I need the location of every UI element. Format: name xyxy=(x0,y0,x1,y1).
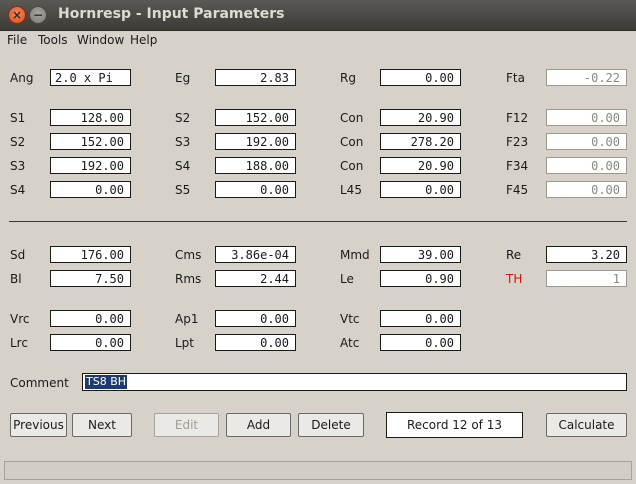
calculate-button[interactable]: Calculate xyxy=(546,413,627,437)
input-s5[interactable]: 0.00 xyxy=(215,181,296,198)
input-le[interactable]: 0.90 xyxy=(380,270,461,287)
label-con-2: Con xyxy=(340,135,364,149)
input-fta: -0.22 xyxy=(546,69,627,86)
input-lrc[interactable]: 0.00 xyxy=(50,334,131,351)
input-f45: 0.00 xyxy=(546,181,627,198)
close-window-button[interactable]: × xyxy=(8,6,26,24)
label-s2-col2: S2 xyxy=(175,111,191,125)
label-ap1: Ap1 xyxy=(175,312,199,326)
input-ap1[interactable]: 0.00 xyxy=(215,310,296,327)
input-rms[interactable]: 2.44 xyxy=(215,270,296,287)
input-f34: 0.00 xyxy=(546,157,627,174)
label-mmd: Mmd xyxy=(340,248,370,262)
input-con-1[interactable]: 20.90 xyxy=(380,109,461,126)
input-ang[interactable]: 2.0 x Pi xyxy=(50,69,131,86)
title-bar: × − Hornresp - Input Parameters xyxy=(0,0,636,31)
comment-input[interactable]: TS8 BH xyxy=(82,373,627,391)
label-fta: Fta xyxy=(506,71,525,85)
input-s4[interactable]: 0.00 xyxy=(50,181,131,198)
label-con-1: Con xyxy=(340,111,364,125)
input-rg[interactable]: 0.00 xyxy=(380,69,461,86)
label-con-3: Con xyxy=(340,159,364,173)
label-ang: Ang xyxy=(10,71,34,85)
label-atc: Atc xyxy=(340,336,360,350)
label-s2: S2 xyxy=(10,135,26,149)
close-icon: × xyxy=(11,8,23,22)
input-l45[interactable]: 0.00 xyxy=(380,181,461,198)
label-s4-col2: S4 xyxy=(175,159,191,173)
label-f23: F23 xyxy=(506,135,529,149)
input-f12: 0.00 xyxy=(546,109,627,126)
label-comment: Comment xyxy=(10,376,69,390)
label-th: TH xyxy=(506,272,523,286)
record-indicator: Record 12 of 13 xyxy=(386,412,523,438)
add-button[interactable]: Add xyxy=(226,413,291,437)
label-s1: S1 xyxy=(10,111,26,125)
comment-text-selected: TS8 BH xyxy=(85,375,128,389)
window-title: Hornresp - Input Parameters xyxy=(58,6,285,22)
previous-button[interactable]: Previous xyxy=(10,413,67,437)
input-sd[interactable]: 176.00 xyxy=(50,246,131,263)
input-f23: 0.00 xyxy=(546,133,627,150)
input-s2[interactable]: 152.00 xyxy=(50,133,131,150)
input-bl[interactable]: 7.50 xyxy=(50,270,131,287)
label-f45: F45 xyxy=(506,183,529,197)
minimize-icon: − xyxy=(32,8,44,22)
menu-window[interactable]: Window xyxy=(77,33,124,47)
input-s2-col2[interactable]: 152.00 xyxy=(215,109,296,126)
input-con-3[interactable]: 20.90 xyxy=(380,157,461,174)
menu-file[interactable]: File xyxy=(7,33,27,47)
label-eg: Eg xyxy=(175,71,191,85)
status-bar xyxy=(4,461,632,480)
input-con-2[interactable]: 278.20 xyxy=(380,133,461,150)
label-bl: Bl xyxy=(10,272,22,286)
input-vrc[interactable]: 0.00 xyxy=(50,310,131,327)
input-eg[interactable]: 2.83 xyxy=(215,69,296,86)
label-rms: Rms xyxy=(175,272,202,286)
label-le: Le xyxy=(340,272,354,286)
menu-help[interactable]: Help xyxy=(130,33,157,47)
label-re: Re xyxy=(506,248,522,262)
input-s3[interactable]: 192.00 xyxy=(50,157,131,174)
input-mmd[interactable]: 39.00 xyxy=(380,246,461,263)
input-lpt[interactable]: 0.00 xyxy=(215,334,296,351)
input-re[interactable]: 3.20 xyxy=(546,246,627,263)
section-divider xyxy=(9,221,627,222)
menu-tools[interactable]: Tools xyxy=(38,33,68,47)
label-f34: F34 xyxy=(506,159,529,173)
next-button[interactable]: Next xyxy=(72,413,132,437)
input-s3-col2[interactable]: 192.00 xyxy=(215,133,296,150)
minimize-window-button[interactable]: − xyxy=(29,6,47,24)
label-rg: Rg xyxy=(340,71,356,85)
input-th: 1 xyxy=(546,270,627,287)
label-lpt: Lpt xyxy=(175,336,195,350)
label-s4: S4 xyxy=(10,183,26,197)
input-cms[interactable]: 3.86e-04 xyxy=(215,246,296,263)
label-lrc: Lrc xyxy=(10,336,28,350)
label-f12: F12 xyxy=(506,111,529,125)
input-s1[interactable]: 128.00 xyxy=(50,109,131,126)
edit-button: Edit xyxy=(154,413,219,437)
label-s3-col2: S3 xyxy=(175,135,191,149)
input-atc[interactable]: 0.00 xyxy=(380,334,461,351)
label-s5: S5 xyxy=(175,183,191,197)
label-vrc: Vrc xyxy=(10,312,30,326)
label-s3: S3 xyxy=(10,159,26,173)
input-vtc[interactable]: 0.00 xyxy=(380,310,461,327)
label-l45: L45 xyxy=(340,183,362,197)
label-cms: Cms xyxy=(175,248,202,262)
label-vtc: Vtc xyxy=(340,312,360,326)
menu-bar: File Tools Window Help xyxy=(0,31,636,51)
label-sd: Sd xyxy=(10,248,26,262)
input-s4-col2[interactable]: 188.00 xyxy=(215,157,296,174)
delete-button[interactable]: Delete xyxy=(298,413,364,437)
